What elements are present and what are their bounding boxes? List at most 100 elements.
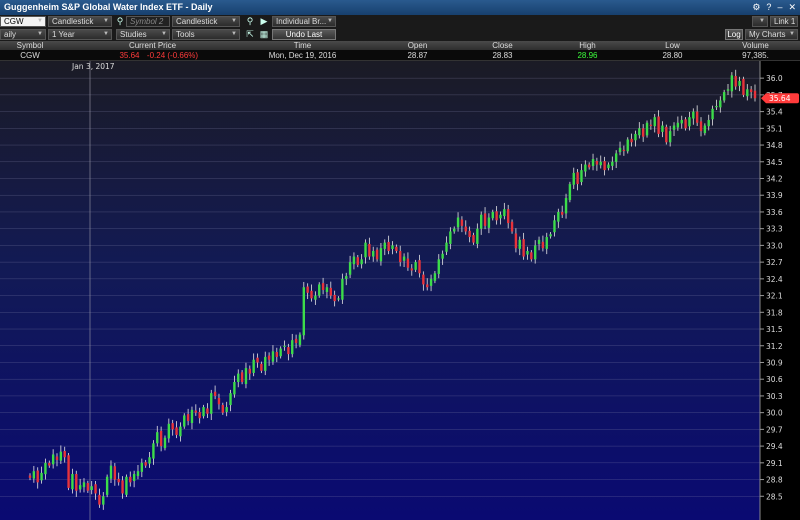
candle-body [630, 138, 633, 143]
candle-body [345, 276, 348, 279]
candle-body [522, 239, 525, 257]
candle-body [136, 471, 140, 476]
close-icon[interactable]: ✕ [788, 2, 796, 13]
candle-body [699, 121, 703, 132]
y-tick-label: 36.0 [766, 74, 783, 83]
cursor-icon[interactable]: ▶ [258, 16, 270, 27]
link-dropdown[interactable] [752, 16, 768, 27]
candle-body [591, 158, 595, 167]
candle-body [283, 345, 286, 347]
toolbar-studies: aily 1 Year Studies Tools ⇱ ▦ Undo Last … [0, 28, 800, 41]
quote-close: 28.83 [492, 51, 513, 60]
candle-body [132, 473, 136, 481]
quote-high: 28.96 [577, 51, 598, 60]
window-titlebar: Guggenheim S&P Global Water Index ETF - … [0, 0, 800, 15]
candle-body [703, 125, 707, 134]
candle-body [302, 287, 305, 336]
candle-body [657, 116, 660, 134]
price-chart[interactable]: Jan 3, 2017 28.5 28.8 29.1 29.4 29.7 30.0 30.3… [0, 61, 800, 520]
candle-body [429, 278, 433, 286]
candle-body [557, 211, 560, 222]
candle-body [121, 480, 124, 494]
view-mode-value: Individual Br... [276, 17, 327, 26]
candle-body [294, 338, 298, 343]
tools-label: Tools [176, 30, 195, 39]
quote-time: Mon, Dec 19, 2016 [268, 51, 337, 60]
symbol2-input[interactable]: Symbol 2 [126, 16, 170, 27]
candle-body [672, 125, 676, 130]
candle-body [418, 260, 421, 274]
candle-body [541, 241, 545, 249]
y-tick-label: 34.5 [766, 158, 783, 167]
candle-body [325, 287, 329, 293]
undo-last-button[interactable]: Undo Last [272, 29, 336, 40]
chart-type-select[interactable]: Candlestick [48, 16, 112, 27]
quote-header: Symbol Current Price Time Open Close Hig… [0, 41, 800, 50]
interval-select[interactable]: aily [0, 29, 46, 40]
candle-body [333, 294, 336, 302]
y-tick-label: 29.1 [766, 459, 783, 468]
header-time: Time [293, 41, 312, 50]
candle-body [379, 248, 383, 262]
candle-body [163, 437, 167, 449]
candle-body [287, 347, 290, 355]
quote-volume: 97,385. [742, 51, 769, 60]
y-tick-label: 32.1 [766, 292, 783, 301]
candle-body [622, 149, 626, 152]
candle-body [279, 348, 282, 357]
candle-body [156, 432, 159, 444]
range-select[interactable]: 1 Year [48, 29, 112, 40]
header-high: High [579, 41, 596, 50]
candle-body [441, 253, 444, 259]
candle-body [584, 164, 587, 172]
help-icon[interactable]: ? [766, 2, 771, 13]
candle-body [641, 128, 645, 137]
header-low: Low [665, 41, 680, 50]
chart-type2-select[interactable]: Candlestick [172, 16, 240, 27]
candle-body [310, 290, 313, 299]
candle-body [383, 242, 386, 249]
candle-body [749, 89, 753, 93]
candle-body [202, 407, 205, 417]
toolbar-symbols: CGW Candlestick ⚲ Symbol 2 Candlestick ⚲… [0, 15, 800, 28]
candle-body [175, 427, 178, 435]
candle-body [506, 209, 510, 224]
log-button[interactable]: Log [725, 29, 743, 40]
tools-menu[interactable]: Tools [172, 29, 240, 40]
candle-body [36, 470, 39, 483]
layout-icon[interactable]: ▦ [258, 29, 270, 40]
candle-body [67, 455, 70, 488]
candle-body [545, 237, 548, 249]
candle-body [483, 213, 487, 226]
candle-body [86, 483, 90, 491]
candle-body [530, 252, 533, 260]
candle-body [348, 262, 352, 275]
quote-price: 35.64 [119, 51, 140, 60]
candle-body [144, 462, 147, 466]
candle-body [233, 381, 236, 395]
chart-type-value: Candlestick [52, 17, 94, 26]
settings-icon[interactable]: ⚙ [752, 2, 760, 13]
candle-body [518, 239, 521, 249]
link-button[interactable]: Link 1 [770, 16, 798, 27]
studies-menu[interactable]: Studies [116, 29, 170, 40]
candle-body [356, 257, 359, 265]
candle-body [668, 131, 672, 143]
candle-body [360, 259, 363, 265]
candle-body [206, 408, 209, 414]
magnifier-icon[interactable]: ⚲ [114, 16, 126, 27]
y-tick-label: 35.4 [766, 108, 783, 117]
expand-icon[interactable]: ⇱ [244, 29, 256, 40]
zoom-icon[interactable]: ⚲ [244, 16, 256, 27]
y-tick-label: 30.0 [766, 409, 783, 418]
candle-body [63, 451, 66, 458]
candle-body [611, 161, 614, 166]
minimize-icon[interactable]: – [777, 2, 782, 13]
quote-row[interactable]: CGW 35.64 -0.24 (-0.66%) Mon, Dec 19, 20… [0, 50, 800, 61]
my-charts-select[interactable]: My Charts [745, 29, 798, 40]
candle-body [213, 391, 217, 396]
view-mode-select[interactable]: Individual Br... [272, 16, 336, 27]
y-tick-label: 28.8 [766, 476, 783, 485]
candle-body [692, 111, 695, 119]
symbol-input[interactable]: CGW [0, 16, 46, 27]
